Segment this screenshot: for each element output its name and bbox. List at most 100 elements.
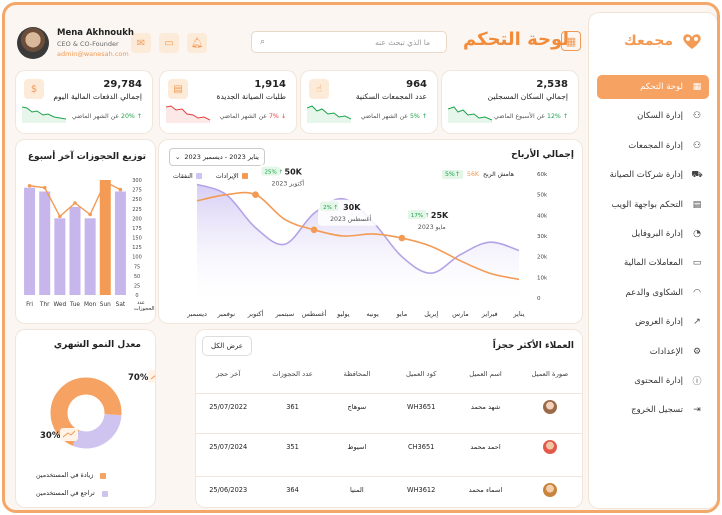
headset-icon: ◠ xyxy=(693,287,701,298)
stat-change: ↑ 5% عن الشهر الماضي xyxy=(361,113,427,120)
stat-change: ↑ 20% عن الشهر الماضي xyxy=(72,113,142,120)
sidebar-item-content[interactable]: ⓘ إدارة المحتوى xyxy=(597,369,709,393)
x-tick-label: أكتوبر xyxy=(247,309,264,318)
table-row[interactable]: احمد محمد CH3651 اسيوط 351 25/07/2024 xyxy=(196,433,582,459)
bookings-card: توزيع الحجوزات آخر أسبوع 0 25 50 75 100 125 15… xyxy=(16,140,155,323)
y-tick-label: 150 xyxy=(132,236,142,242)
stat-card-compounds: ☝ 964 عدد المجمعات السكنية ↑ 5% عن الشهر ا… xyxy=(301,71,437,133)
y-tick-label: 300 xyxy=(132,178,142,184)
stat-period: عن الأسبوع الماضي xyxy=(494,113,546,120)
sidebar-item-compounds[interactable]: ⚇ إدارة المجمعات xyxy=(597,134,709,158)
tooltip-value: 50K xyxy=(285,168,303,177)
client-last-booking: 25/06/2023 xyxy=(209,485,248,494)
brand-logo-icon xyxy=(683,34,701,49)
slice-label: 30% xyxy=(40,431,61,441)
stat-card-residents: 2,538 إجمالي السكان المسجلين ↑ 12% عن الأس… xyxy=(442,71,578,133)
client-booking-count: 361 xyxy=(286,402,299,411)
stat-pct: 20% xyxy=(121,113,135,120)
y-tick-label: 250 xyxy=(132,197,142,203)
growth-card: معدل النمو الشهري 70% 30% زيادة في المستخ… xyxy=(16,330,155,507)
trend-point xyxy=(118,187,123,192)
page-title: لوحة التحكم xyxy=(463,29,570,50)
stat-label: إجمالي الدفعات المالية اليوم xyxy=(53,92,142,101)
revenue-point xyxy=(398,234,406,242)
decrease-swatch xyxy=(101,490,108,497)
sparkline xyxy=(22,106,66,123)
sidebar-item-settings[interactable]: ⚙ الإعدادات xyxy=(597,340,709,364)
increase-swatch xyxy=(100,472,107,479)
x-tick-label: يوليو xyxy=(336,310,350,318)
y-tick-label: 100 xyxy=(132,255,142,261)
stat-value: 2,538 xyxy=(536,79,568,90)
stat-period: عن الشهر الماضي xyxy=(360,113,408,120)
client-name: اسماء محمد xyxy=(468,485,503,494)
y-tick-label: 30k xyxy=(537,234,548,240)
decrease-label: تراجع في المستخدمين xyxy=(36,490,95,497)
column-header: المحافظة xyxy=(343,370,371,378)
client-avatar xyxy=(542,482,557,497)
sidebar-item-dashboard[interactable]: ▦ لوحة التحكم xyxy=(597,75,709,99)
sparkline xyxy=(307,105,351,123)
view-all-button[interactable]: عرض الكل xyxy=(202,336,252,356)
y-tick-label: 10k xyxy=(537,275,548,281)
y-tick-label: 200 xyxy=(132,216,142,222)
sidebar-item-label: لوحة التحكم xyxy=(640,82,683,92)
trend-point xyxy=(27,183,32,188)
x-tick-label: إبريل xyxy=(424,310,438,318)
stat-change: ↑ 12% عن الأسبوع الماضي xyxy=(494,113,568,120)
stat-pct: 7% xyxy=(268,113,279,120)
sidebar-nav: ▦ لوحة التحكم ⚇ إدارة السكان ⚇ إدارة المجمع… xyxy=(597,75,709,428)
x-tick-label: مايو xyxy=(396,310,408,318)
sidebar-item-finance[interactable]: ▭ المعاملات المالية xyxy=(597,251,709,275)
sidebar-item-web-control[interactable]: ▤ التحكم بواجهة الويب xyxy=(597,193,709,217)
bar xyxy=(69,206,81,295)
sidebar-item-residents[interactable]: ⚇ إدارة السكان xyxy=(597,104,709,128)
trend-down-icon: ↓ xyxy=(280,113,286,120)
stat-value: 964 xyxy=(406,79,427,90)
client-booking-count: 351 xyxy=(286,442,299,451)
sidebar-item-logout[interactable]: ⇥ تسجيل الخروج xyxy=(597,398,709,422)
trend-up-icon: ↑ xyxy=(562,113,568,120)
table-row[interactable]: شهد محمد WH3651 سوهاج 361 25/07/2022 xyxy=(196,393,582,419)
user-email: admin@wanesah.com xyxy=(57,50,129,58)
avatar[interactable] xyxy=(17,27,49,59)
revenue-point xyxy=(310,226,318,234)
truck-icon: ⛟ xyxy=(691,169,703,180)
user-name: Mena Akhnoukh xyxy=(57,28,134,38)
sidebar-item-label: إدارة السكان xyxy=(637,111,683,122)
sidebar-item-profile[interactable]: ◔ إدارة البروفايل xyxy=(597,222,709,246)
slice-label: 70% xyxy=(128,373,149,383)
tooltip-month: أكتوبر 2023 xyxy=(272,179,305,188)
x-tick-label: ديسمبر xyxy=(186,310,207,318)
trend-point xyxy=(58,214,62,219)
y-tick-label: 275 xyxy=(132,188,142,194)
search-input[interactable] xyxy=(265,37,431,47)
sidebar-item-maintenance-companies[interactable]: ⛟ إدارة شركات الصيانة xyxy=(597,163,709,187)
table-row[interactable]: اسماء محمد WH3612 المنيا 364 25/06/2023 xyxy=(196,476,582,502)
client-governorate: المنيا xyxy=(350,485,364,494)
client-last-booking: 25/07/2024 xyxy=(209,442,248,451)
client-code: CH3651 xyxy=(408,442,435,451)
x-tick-label: Sat xyxy=(116,302,126,308)
trend-point xyxy=(88,212,92,217)
y-tick-label: 25 xyxy=(134,283,140,289)
bell-icon[interactable]: 🔔︎ xyxy=(187,33,207,53)
brand: مجمعك xyxy=(624,31,703,51)
stat-change: ↓ 7% عن الشهر الماضي xyxy=(220,113,286,120)
bar xyxy=(99,180,111,295)
sidebar-item-offers[interactable]: ↗ إدارة العروض xyxy=(597,310,709,334)
sparkline xyxy=(448,106,492,123)
mail-icon[interactable]: ✉ xyxy=(131,33,151,53)
sidebar-item-support[interactable]: ◠ الشكاوى والدعم xyxy=(597,281,709,305)
user-role: CEO & CO-Founder xyxy=(57,40,119,48)
tooltip-value: 30K xyxy=(343,203,361,212)
sidebar-item-label: إدارة المجمعات xyxy=(628,140,683,151)
client-code: WH3612 xyxy=(407,485,436,494)
sidebar: مجمعك ▦ لوحة التحكم ⚇ إدارة السكان ⚇ إدارة … xyxy=(589,13,717,508)
x-tick-label: Mon xyxy=(84,302,97,308)
sidebar-item-label: إدارة المحتوى xyxy=(634,375,683,386)
brand-name: مجمعك xyxy=(623,33,673,49)
sidebar-item-label: إدارة البروفايل xyxy=(631,228,683,239)
chat-icon[interactable]: ▭ xyxy=(159,33,179,53)
grid-icon: ▦ xyxy=(692,82,702,92)
